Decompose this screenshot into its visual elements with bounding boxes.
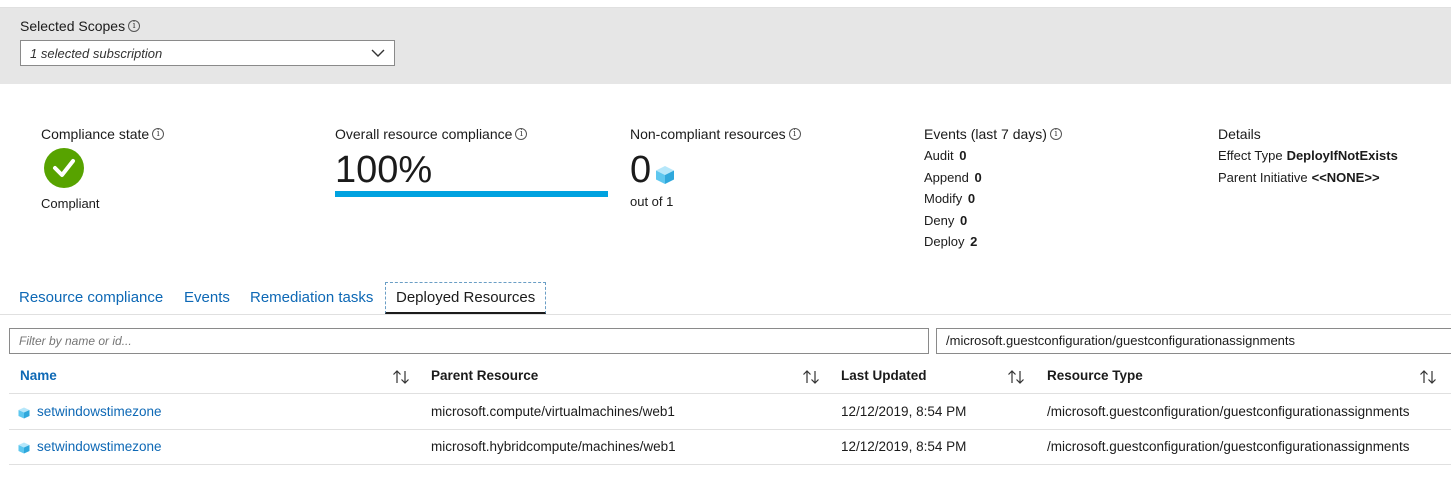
event-row-audit: Audit 0 [924, 145, 982, 167]
overall-compliance-title: Overall resource compliance [335, 126, 513, 142]
resource-type-filter[interactable]: /microsoft.guestconfiguration/guestconfi… [936, 328, 1451, 354]
compliance-state-block: Compliance state i Compliant [41, 126, 165, 211]
scope-label-group: Selected Scopes i [20, 18, 141, 34]
table-header: Name Parent Resource Last Updated Resour… [9, 360, 1451, 394]
details-block: Details Effect Type DeployIfNotExists Par… [1218, 126, 1398, 185]
parent-initiative-value: <<NONE>> [1311, 170, 1380, 185]
chevron-down-icon [371, 49, 385, 57]
resource-name-link[interactable]: setwindowstimezone [18, 430, 162, 464]
tab-remediation-tasks[interactable]: Remediation tasks [250, 282, 373, 314]
info-icon[interactable]: i [128, 20, 141, 32]
overall-compliance-block: Overall resource compliance i 100% [335, 126, 608, 197]
compliance-state-value: Compliant [41, 196, 100, 211]
tab-resource-compliance[interactable]: Resource compliance [19, 282, 163, 314]
events-title: Events (last 7 days) [924, 126, 1047, 142]
resource-cube-icon [656, 166, 674, 184]
noncompliant-out-of: out of 1 [630, 194, 674, 209]
effect-type-value: DeployIfNotExists [1286, 148, 1398, 163]
column-header-name[interactable]: Name [20, 360, 57, 394]
info-icon[interactable]: i [152, 128, 165, 140]
summary-section: Compliance state i Compliant Overall res… [0, 126, 1451, 256]
top-border [0, 0, 1451, 8]
events-list: Audit 0 Append 0 Modify 0 Deny 0 Deploy 2 [924, 145, 982, 253]
event-count: 0 [959, 148, 967, 163]
event-label: Deny [924, 212, 955, 228]
column-header-last-updated[interactable]: Last Updated [841, 360, 927, 394]
column-header-resource-type[interactable]: Resource Type [1047, 360, 1143, 394]
noncompliant-block: Non-compliant resources i 0 out of 1 [630, 126, 801, 209]
info-icon[interactable]: i [788, 128, 801, 140]
sort-icon[interactable] [1007, 369, 1025, 385]
event-row-append: Append 0 [924, 167, 982, 189]
resource-name-link[interactable]: setwindowstimezone [18, 395, 162, 429]
details-title: Details [1218, 126, 1261, 142]
tab-deployed-resources[interactable]: Deployed Resources [385, 282, 547, 314]
last-updated-cell: 12/12/2019, 8:54 PM [841, 404, 967, 419]
last-updated-cell: 12/12/2019, 8:54 PM [841, 439, 967, 454]
event-row-deploy: Deploy 2 [924, 231, 982, 253]
table-row[interactable]: setwindowstimezone microsoft.compute/vir… [9, 395, 1451, 430]
event-row-deny: Deny 0 [924, 210, 982, 232]
event-count: 2 [970, 234, 978, 249]
details-list: Effect Type DeployIfNotExists Parent Init… [1218, 145, 1398, 189]
resource-type-cell: /microsoft.guestconfiguration/guestconfi… [1047, 439, 1410, 454]
event-label: Modify [924, 191, 963, 206]
scope-bar: Selected Scopes i 1 selected subscriptio… [0, 8, 1451, 84]
tab-bar: Resource compliance Events Remediation t… [0, 282, 1451, 315]
event-label: Audit [924, 148, 954, 163]
sort-icon[interactable] [1419, 369, 1437, 385]
event-count: 0 [959, 212, 968, 228]
effect-type-row: Effect Type DeployIfNotExists [1218, 145, 1398, 167]
info-icon[interactable]: i [1049, 128, 1062, 140]
noncompliant-title: Non-compliant resources [630, 126, 786, 142]
event-count: 0 [974, 169, 982, 185]
compliance-progress-bar [335, 191, 608, 197]
checkmark-circle-icon [44, 148, 84, 188]
event-count: 0 [967, 191, 976, 206]
parent-resource-cell: microsoft.hybridcompute/machines/web1 [431, 439, 676, 454]
column-header-parent-resource[interactable]: Parent Resource [431, 360, 538, 394]
effect-type-label: Effect Type [1218, 148, 1283, 163]
event-label: Append [924, 169, 969, 185]
parent-initiative-label: Parent Initiative [1218, 170, 1308, 185]
parent-resource-cell: microsoft.compute/virtualmachines/web1 [431, 404, 675, 419]
event-label: Deploy [924, 234, 965, 249]
tab-events[interactable]: Events [184, 282, 230, 314]
scope-label: Selected Scopes [20, 18, 126, 34]
sort-icon[interactable] [392, 369, 410, 385]
table-row[interactable]: setwindowstimezone microsoft.hybridcompu… [9, 430, 1451, 465]
filter-input[interactable] [9, 328, 929, 354]
sort-icon[interactable] [802, 369, 820, 385]
compliance-progress-fill [335, 191, 608, 197]
events-block: Events (last 7 days) i Audit 0 Append 0 Mo… [924, 126, 1062, 249]
noncompliant-count: 0 [630, 149, 652, 191]
compliance-state-title: Compliance state [41, 126, 150, 142]
info-icon[interactable]: i [515, 128, 528, 140]
parent-initiative-row: Parent Initiative <<NONE>> [1218, 167, 1398, 189]
scope-dropdown[interactable]: 1 selected subscription [20, 40, 395, 66]
event-row-modify: Modify 0 [924, 188, 982, 210]
overall-compliance-value: 100% [335, 149, 433, 191]
resource-type-cell: /microsoft.guestconfiguration/guestconfi… [1047, 404, 1410, 419]
scope-dropdown-value: 1 selected subscription [30, 45, 163, 61]
